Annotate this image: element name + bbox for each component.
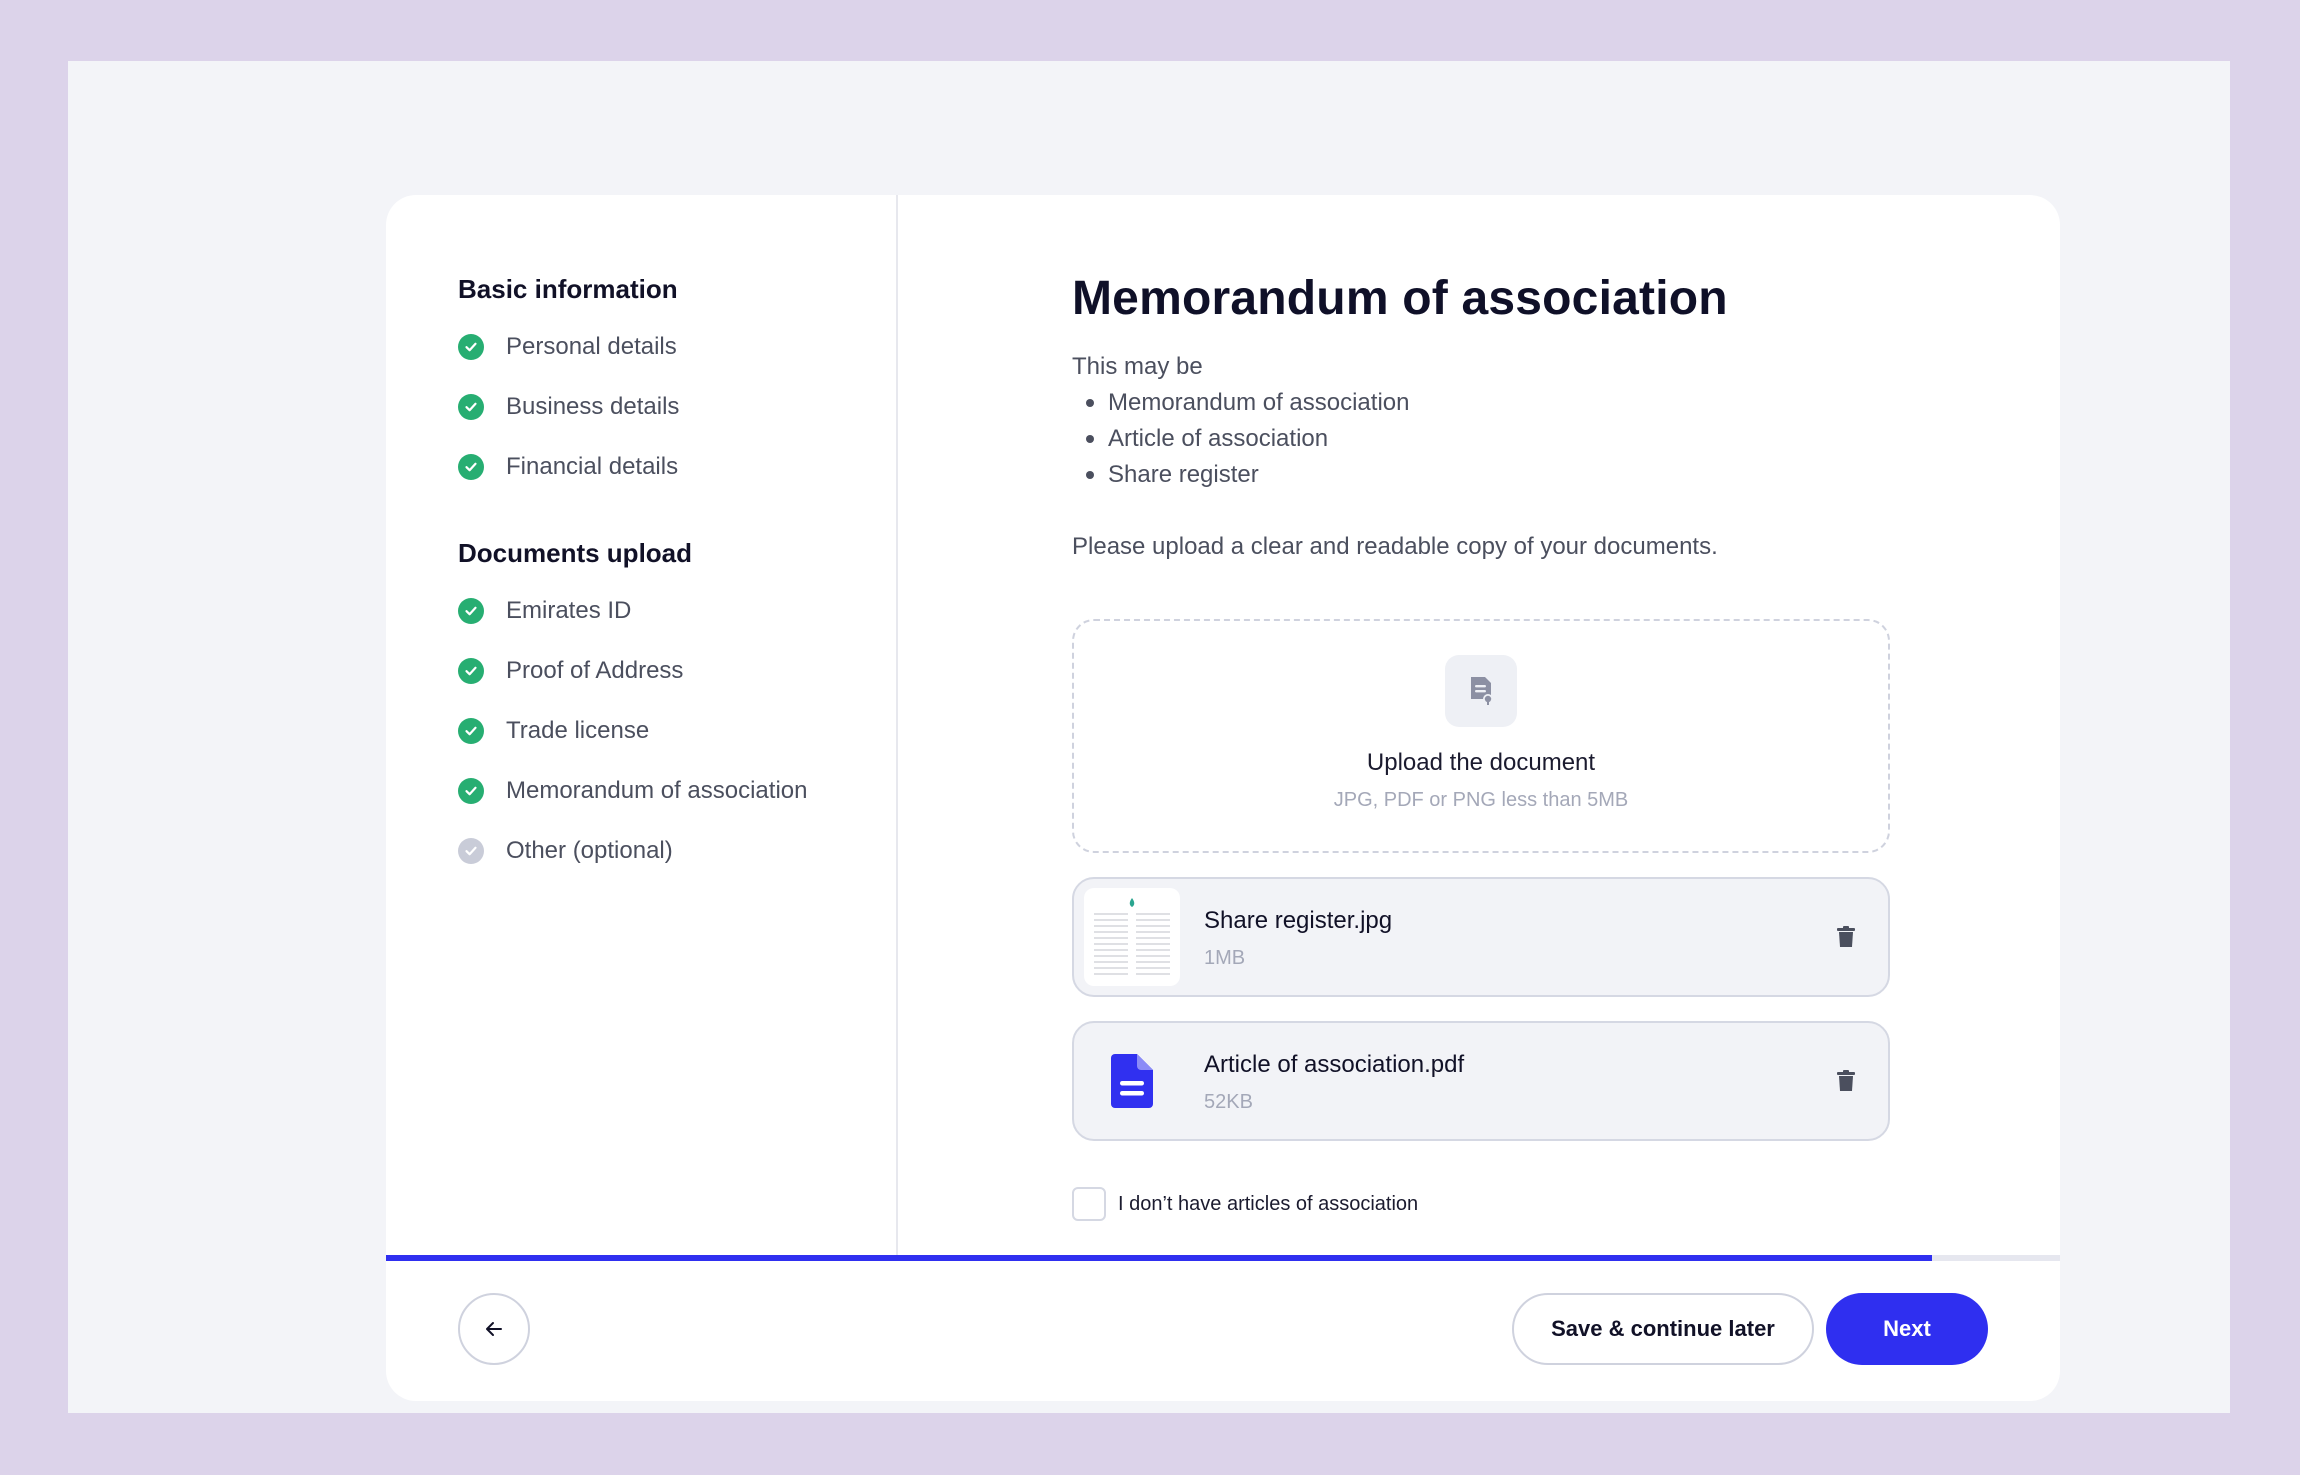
- sidebar-item-trade-license[interactable]: Trade license: [458, 701, 896, 761]
- sidebar-item-label: Business details: [506, 393, 680, 420]
- file-size: 52KB: [1204, 1090, 1253, 1113]
- sidebar-item-personal-details[interactable]: Personal details: [458, 317, 896, 377]
- list-item: Share register: [1086, 457, 2060, 493]
- file-name: Article of association.pdf: [1204, 1050, 1465, 1078]
- document-steps-list: Emirates ID Proof of Address Trade licen…: [458, 581, 896, 881]
- save-continue-later-button[interactable]: Save & continue later: [1512, 1293, 1814, 1365]
- basic-steps-list: Personal details Business details Financ…: [458, 317, 896, 497]
- file-info: Article of association.pdf 52KB: [1204, 1049, 1464, 1114]
- sidebar-item-label: Emirates ID: [506, 597, 632, 624]
- pdf-file-icon: [1084, 1032, 1180, 1130]
- progress-sidebar: Basic information Personal details Busin…: [386, 195, 898, 1257]
- section-title-documents-upload: Documents upload: [458, 538, 693, 568]
- upload-dropzone[interactable]: Upload the document JPG, PDF or PNG less…: [1072, 619, 1890, 853]
- sidebar-item-label: Personal details: [506, 333, 677, 360]
- trash-icon: [1837, 1070, 1855, 1091]
- back-button[interactable]: [458, 1293, 530, 1365]
- sidebar-item-label: Other (optional): [506, 837, 673, 864]
- arrow-left-icon: [486, 1322, 502, 1336]
- sidebar-item-label: Financial details: [506, 453, 679, 480]
- delete-file-button[interactable]: [1832, 1067, 1860, 1095]
- document-upload-icon: [1445, 655, 1517, 727]
- file-size: 1MB: [1204, 946, 1246, 969]
- check-circle-icon: [458, 718, 484, 744]
- sidebar-item-financial-details[interactable]: Financial details: [458, 437, 896, 497]
- uploaded-file-row: Article of association.pdf 52KB: [1072, 1021, 1890, 1141]
- no-articles-checkbox[interactable]: [1072, 1187, 1106, 1221]
- no-articles-checkbox-row[interactable]: I don’t have articles of association: [1072, 1187, 2060, 1221]
- section-title-basic-information: Basic information: [458, 274, 678, 304]
- intro-text: This may be: [1072, 353, 1203, 380]
- sidebar-item-business-details[interactable]: Business details: [458, 377, 896, 437]
- file-info: Share register.jpg 1MB: [1204, 905, 1392, 970]
- check-circle-icon: [458, 334, 484, 360]
- dropzone-title: Upload the document: [1366, 749, 1596, 776]
- uploaded-file-row: Share register.jpg 1MB: [1072, 877, 1890, 997]
- page-title: Memorandum of association: [1072, 272, 1728, 325]
- sidebar-item-other-optional[interactable]: Other (optional): [458, 821, 896, 881]
- file-name: Share register.jpg: [1204, 906, 1393, 934]
- list-item: Article of association: [1086, 421, 2060, 457]
- onboarding-card: Basic information Personal details Busin…: [386, 195, 2060, 1401]
- dropzone-hint: JPG, PDF or PNG less than 5MB: [1333, 789, 1629, 811]
- trash-icon: [1837, 926, 1855, 947]
- upload-instruction: Please upload a clear and readable copy …: [1072, 533, 1718, 560]
- footer-actions: Save & continue later Next: [386, 1261, 2060, 1401]
- sidebar-item-label: Memorandum of association: [506, 777, 808, 804]
- check-circle-pending-icon: [458, 838, 484, 864]
- next-button[interactable]: Next: [1826, 1293, 1988, 1365]
- delete-file-button[interactable]: [1832, 923, 1860, 951]
- sidebar-item-label: Trade license: [506, 717, 650, 744]
- check-circle-icon: [458, 598, 484, 624]
- sidebar-item-memorandum-of-association[interactable]: Memorandum of association: [458, 761, 896, 821]
- app-frame: Basic information Personal details Busin…: [68, 61, 2230, 1413]
- check-circle-icon: [458, 394, 484, 420]
- sidebar-item-proof-of-address[interactable]: Proof of Address: [458, 641, 896, 701]
- main-content: Memorandum of association This may be Me…: [900, 195, 2060, 1257]
- check-circle-icon: [458, 454, 484, 480]
- check-circle-icon: [458, 658, 484, 684]
- list-item: Memorandum of association: [1086, 385, 2060, 421]
- image-thumbnail: [1084, 888, 1180, 986]
- sidebar-item-emirates-id[interactable]: Emirates ID: [458, 581, 896, 641]
- check-circle-icon: [458, 778, 484, 804]
- checkbox-label: I don’t have articles of association: [1118, 1192, 1419, 1215]
- sidebar-item-label: Proof of Address: [506, 657, 684, 684]
- accepted-documents-list: Memorandum of association Article of ass…: [1086, 385, 2060, 493]
